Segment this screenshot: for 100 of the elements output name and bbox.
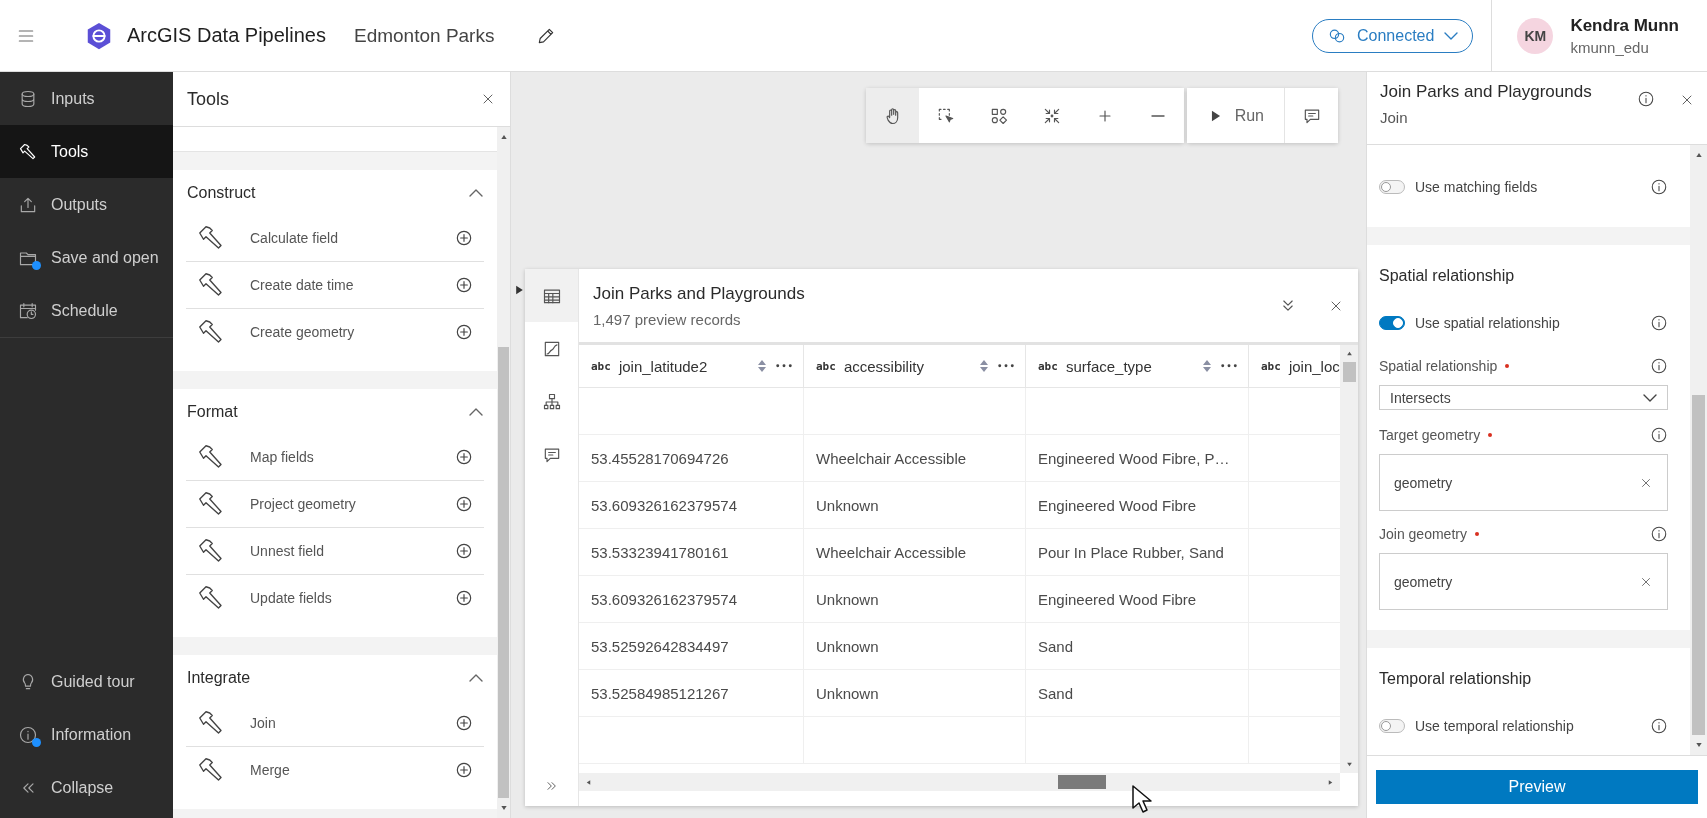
horizontal-scrollbar[interactable] — [579, 773, 1340, 791]
connection-button[interactable]: Connected — [1312, 18, 1474, 53]
info-button[interactable] — [1650, 314, 1668, 332]
hammer-icon — [18, 141, 38, 162]
hand-button[interactable] — [866, 88, 919, 143]
field-value: geometry — [1394, 474, 1453, 491]
more-button[interactable] — [1220, 363, 1238, 369]
info-button[interactable] — [1650, 357, 1668, 375]
plus-circle-icon — [454, 541, 474, 561]
nav-item[interactable]: Save and open — [0, 231, 173, 284]
toggle-label: Use matching fields — [1415, 179, 1539, 195]
comment-button[interactable] — [1285, 88, 1338, 143]
info-button[interactable] — [1650, 426, 1668, 444]
plus-circle-icon — [454, 322, 474, 342]
section-title: Spatial relationship — [1379, 266, 1516, 286]
scrollbar-thumb[interactable] — [1342, 362, 1356, 382]
preview-button[interactable]: Preview — [1376, 770, 1698, 804]
add-button[interactable] — [454, 447, 474, 467]
table-cell: Pour In Place Rubber, Sand — [1026, 529, 1249, 575]
scrollbar-thumb[interactable] — [1058, 775, 1106, 789]
table-cell: Wheelchair Accessible — [804, 529, 1026, 575]
nav-item[interactable]: Inputs — [0, 72, 173, 125]
info-button[interactable] — [1650, 525, 1668, 543]
toggle-switch[interactable] — [1379, 316, 1405, 330]
ellipsis-icon — [775, 363, 793, 369]
column-header[interactable]: abc surface_type — [1026, 345, 1249, 387]
scrollbar[interactable] — [1340, 345, 1358, 773]
add-button[interactable] — [454, 494, 474, 514]
add-button[interactable] — [454, 228, 474, 248]
plus-circle-icon — [454, 228, 474, 248]
info-icon — [1650, 717, 1668, 735]
column-header[interactable]: abc join_latitude2 — [579, 345, 804, 387]
info-button[interactable] — [1637, 90, 1655, 108]
tool-name: Join — [250, 715, 277, 731]
column-header[interactable]: abc join_loc — [1249, 345, 1340, 387]
toggle-switch[interactable] — [1379, 180, 1405, 194]
add-button[interactable] — [454, 760, 474, 780]
field-value: geometry — [1394, 573, 1453, 590]
table-cell: Wheelchair Accessible — [804, 435, 1026, 481]
add-button[interactable] — [454, 322, 474, 342]
add-button[interactable] — [454, 541, 474, 561]
sort-icon[interactable] — [757, 359, 767, 373]
arrow-down-icon — [499, 804, 508, 812]
add-button[interactable] — [454, 275, 474, 295]
tool-name: Update fields — [250, 590, 333, 606]
arrow-up-icon — [1345, 350, 1353, 357]
table-cell: Sand — [1026, 623, 1249, 669]
add-button[interactable] — [454, 713, 474, 733]
tool-name: Map fields — [250, 449, 315, 465]
table-cell: Sand — [1026, 670, 1249, 716]
add-button[interactable] — [454, 588, 474, 608]
column-header[interactable]: abc accessibility — [804, 345, 1026, 387]
dropdown[interactable]: Intersects — [1379, 385, 1668, 410]
nav-item[interactable]: Collapse — [0, 761, 173, 814]
tool-name: Create date time — [250, 277, 355, 293]
minus-icon — [1150, 113, 1165, 118]
arrow-down-icon — [1345, 761, 1353, 768]
sort-icon[interactable] — [1202, 359, 1212, 373]
arrow-up-icon — [499, 133, 508, 141]
field-type: abc — [1261, 359, 1281, 373]
table-tab[interactable] — [525, 269, 578, 322]
more-button[interactable] — [775, 363, 793, 369]
input-field[interactable]: geometry — [1379, 454, 1668, 511]
table-cell: Unknown — [804, 482, 1026, 528]
chevron-up-icon — [469, 673, 483, 682]
arrow-down-icon — [1694, 741, 1703, 749]
nav-item[interactable]: Schedule — [0, 284, 173, 337]
user-avatar[interactable]: KM — [1517, 17, 1554, 54]
input-field[interactable]: geometry — [1379, 553, 1668, 610]
info-button[interactable] — [1650, 178, 1668, 196]
tool-name: Project geometry — [250, 496, 357, 512]
toggle-switch[interactable] — [1379, 719, 1405, 733]
panel-title: Tools — [187, 88, 231, 110]
table-cell: 53.52584985121267 — [579, 670, 804, 716]
table-cell: Engineered Wood Fibre — [1026, 482, 1249, 528]
plus-circle-icon — [454, 588, 474, 608]
nav-item[interactable]: Information — [0, 708, 173, 761]
table-cell: 53.52592642834497 — [579, 623, 804, 669]
table-cell: Unknown — [804, 576, 1026, 622]
nav-item[interactable]: Outputs — [0, 178, 173, 231]
info-button[interactable] — [1650, 717, 1668, 735]
nav-item[interactable]: Guided tour — [0, 655, 173, 708]
arrow-up-icon — [1694, 151, 1703, 159]
table-cell: Unknown — [804, 670, 1026, 716]
plus-circle-icon — [454, 275, 474, 295]
table-cell: Engineered Wood Fibre, P… — [1026, 435, 1249, 481]
field-label: Spatial relationship — [1379, 358, 1498, 374]
run-button[interactable]: Run — [1186, 88, 1285, 143]
more-button[interactable] — [997, 363, 1015, 369]
chevron-down-icon — [1444, 31, 1459, 40]
plus-circle-icon — [454, 494, 474, 514]
nav-item[interactable]: Tools — [0, 125, 173, 178]
tool-type: Join — [1380, 109, 1409, 126]
table-cell: 53.609326162379574 — [579, 576, 804, 622]
field-type: abc — [591, 359, 611, 373]
plus-circle-icon — [454, 447, 474, 467]
project-name: Edmonton Parks — [354, 24, 495, 47]
toggle-label: Use temporal relationship — [1415, 718, 1575, 734]
sort-icon[interactable] — [979, 359, 989, 373]
panel-title: Join Parks and Playgrounds — [1380, 82, 1593, 102]
